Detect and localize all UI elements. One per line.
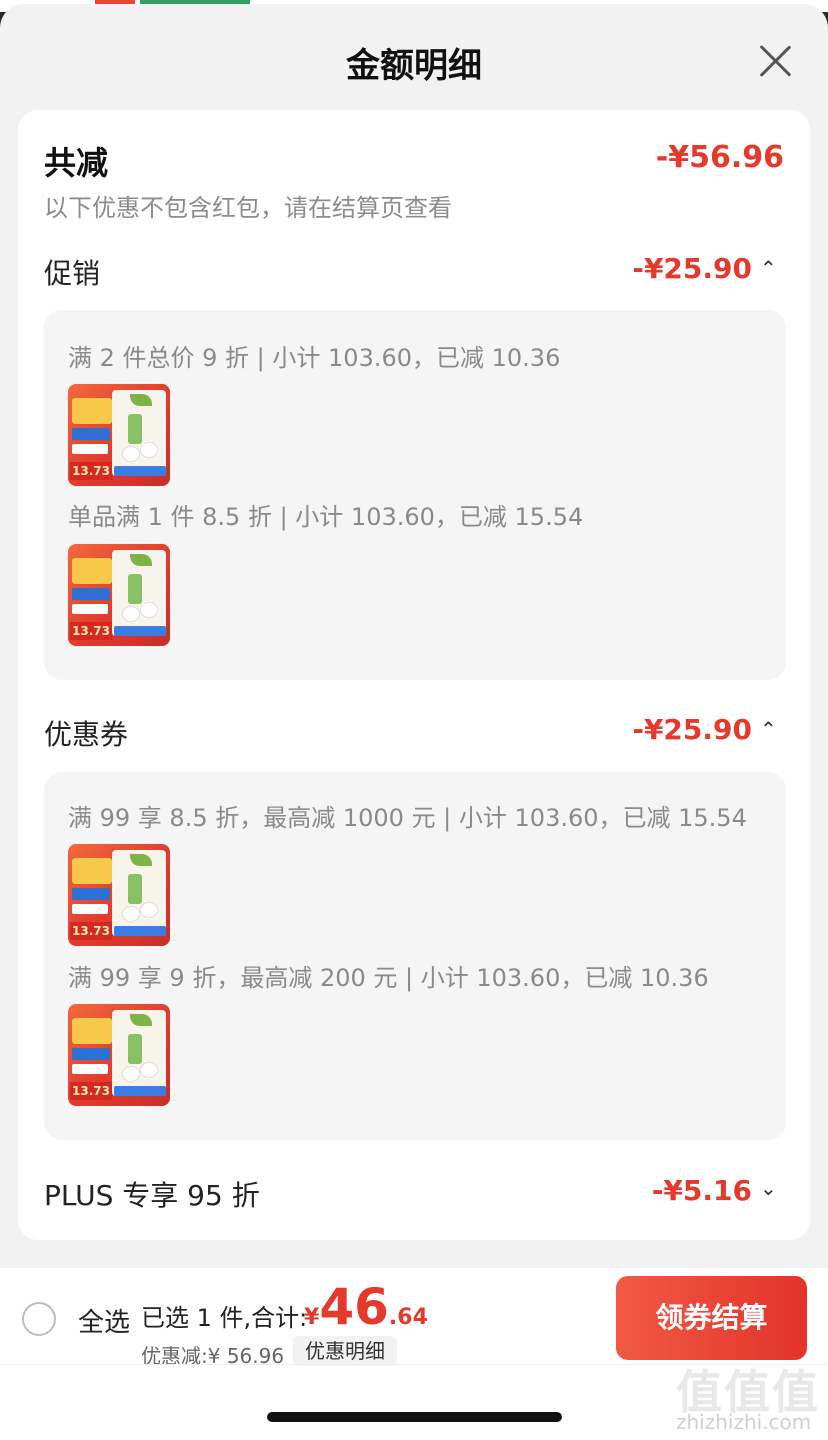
thumb-price: 13.73 [70,462,112,480]
chevron-up-icon[interactable]: ⌃ [760,717,777,741]
thumb-price: 13.73 [70,922,112,940]
detail-card: 共减 -¥56.96 以下优惠不包含红包，请在结算页查看 促销 -¥25.90 … [18,110,810,1240]
total-discount-label: 共减 [44,144,109,182]
checkout-button[interactable]: 领券结算 [616,1276,807,1360]
promotion-rule-text: 满 2 件总价 9 折 | 小计 103.60，已减 10.36 [68,344,561,372]
watermark-url: zhizhizhi.com [676,1410,812,1434]
currency-symbol: ¥ [304,1305,320,1330]
total-price-decimal: .64 [388,1305,428,1330]
total-price: ¥46.64 [304,1278,428,1336]
thumb-price: 13.73 [70,622,112,640]
plus-section-amount[interactable]: -¥5.16 [652,1174,752,1207]
total-discount-amount: -¥56.96 [655,140,784,175]
coupon-rule-text: 满 99 享 9 折，最高减 200 元 | 小计 103.60，已减 10.3… [68,964,709,992]
coupon-rules-panel: 满 99 享 8.5 折，最高减 1000 元 | 小计 103.60，已减 1… [44,772,786,1140]
coupon-section-label: 优惠券 [44,718,129,751]
close-icon[interactable] [752,38,798,84]
promotion-section-label: 促销 [44,257,101,290]
total-price-integer: 46 [319,1278,389,1336]
coupon-rule-text: 满 99 享 8.5 折，最高减 1000 元 | 小计 103.60，已减 1… [68,804,747,832]
chevron-down-icon[interactable]: ⌄ [760,1176,777,1200]
chevron-up-icon[interactable]: ⌃ [760,256,777,280]
promotion-rules-panel: 满 2 件总价 9 折 | 小计 103.60，已减 10.36 13.73 单… [44,310,786,680]
selected-count-text: 已选 1 件,合计: [141,1304,308,1332]
promotion-rule-text: 单品满 1 件 8.5 折 | 小计 103.60，已减 15.54 [68,503,584,531]
amount-detail-sheet: 金额明细 共减 -¥56.96 以下优惠不包含红包，请在结算页查看 促销 -¥2… [0,4,828,1268]
sheet-title: 金额明细 [346,46,482,86]
thumb-price: 13.73 [70,1082,112,1100]
select-all-radio[interactable] [22,1302,56,1336]
product-thumbnail[interactable]: 13.73 [68,384,170,486]
home-indicator[interactable] [267,1412,562,1422]
promotion-section-amount[interactable]: -¥25.90 [632,252,752,285]
product-thumbnail[interactable]: 13.73 [68,544,170,646]
select-all-label[interactable]: 全选 [78,1302,130,1339]
discount-detail-button[interactable]: 优惠明细 [293,1336,397,1366]
checkout-bar: 全选 已选 1 件,合计: ¥46.64 优惠减:¥ 56.96 优惠明细 领券… [0,1268,828,1440]
total-discount-note: 以下优惠不包含红包，请在结算页查看 [44,194,452,222]
product-thumbnail[interactable]: 13.73 [68,844,170,946]
plus-section-label: PLUS 专享 95 折 [44,1179,260,1212]
coupon-section-amount[interactable]: -¥25.90 [632,713,752,746]
product-thumbnail[interactable]: 13.73 [68,1004,170,1106]
